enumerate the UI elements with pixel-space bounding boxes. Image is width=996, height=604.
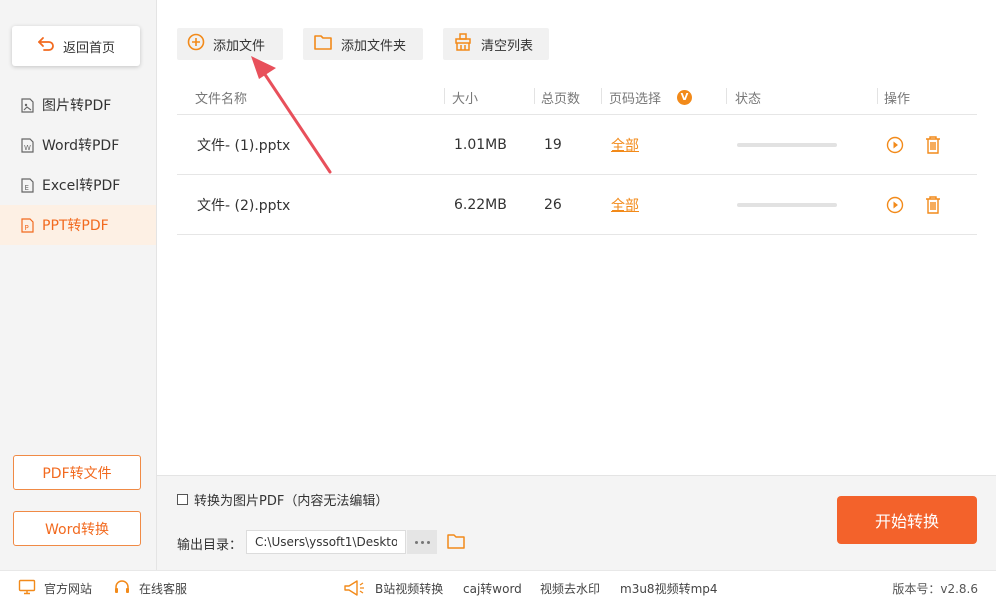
footer-link-caj-word[interactable]: caj转word — [463, 571, 522, 604]
browse-more-button[interactable] — [407, 530, 437, 554]
sidebar-item-label: Word转PDF — [42, 138, 120, 154]
folder-icon — [313, 33, 333, 55]
footer-link-bilibili[interactable]: B站视频转换 — [375, 571, 443, 604]
header-divider — [726, 88, 727, 104]
ppt-file-icon: P — [20, 217, 34, 233]
svg-text:W: W — [24, 144, 31, 152]
header-size: 大小 — [452, 91, 479, 107]
image-pdf-checkbox[interactable] — [177, 494, 188, 505]
footer-link-remove-watermark[interactable]: 视频去水印 — [540, 571, 600, 604]
back-arrow-icon — [37, 36, 55, 56]
image-file-icon — [20, 97, 34, 113]
header-divider — [444, 88, 445, 104]
page-select-link[interactable]: 全部 — [611, 135, 639, 155]
vip-badge-icon[interactable]: V — [677, 89, 693, 105]
table-row: 文件- (2).pptx 6.22MB 26 全部 — [177, 175, 977, 235]
add-folder-button[interactable]: 添加文件夹 — [303, 28, 423, 60]
file-name: 文件- (2).pptx — [197, 198, 291, 214]
file-size: 6.22MB — [454, 197, 507, 213]
add-file-button[interactable]: 添加文件 — [177, 28, 283, 60]
header-divider — [601, 88, 602, 104]
official-website-link[interactable]: 官方网站 — [18, 571, 92, 604]
sidebar-item-label: PPT转PDF — [42, 218, 109, 234]
file-pages: 26 — [544, 197, 562, 213]
play-icon[interactable] — [885, 195, 905, 215]
image-pdf-label: 转换为图片PDF（内容无法编辑） — [194, 494, 389, 509]
header-file-name: 文件名称 — [195, 91, 248, 107]
sidebar-item-word-to-pdf[interactable]: W Word转PDF — [0, 125, 156, 165]
header-page-select-cell: 页码选择 V — [609, 80, 693, 114]
sidebar-item-label: 图片转PDF — [42, 98, 112, 114]
online-service-label: 在线客服 — [139, 581, 188, 596]
word-file-icon: W — [20, 137, 34, 153]
output-path-input[interactable] — [246, 530, 406, 554]
trash-icon[interactable] — [923, 135, 943, 155]
page-select-link[interactable]: 全部 — [611, 195, 639, 215]
header-status: 状态 — [735, 91, 762, 107]
progress-bar — [737, 203, 837, 207]
progress-bar — [737, 143, 837, 147]
monitor-icon — [18, 579, 36, 598]
file-size: 1.01MB — [454, 137, 507, 153]
start-convert-button[interactable]: 开始转换 — [837, 496, 977, 544]
open-folder-button[interactable] — [446, 532, 466, 554]
excel-file-icon: E — [20, 177, 34, 193]
add-folder-label: 添加文件夹 — [341, 38, 407, 54]
pdf-to-file-button[interactable]: PDF转文件 — [13, 455, 141, 490]
file-name: 文件- (1).pptx — [197, 138, 291, 154]
svg-text:E: E — [24, 184, 28, 192]
clear-list-label: 清空列表 — [481, 38, 534, 54]
sidebar: 返回首页 图片转PDF W Word转PDF E Excel转PDF P PPT… — [0, 0, 157, 570]
official-website-label: 官方网站 — [44, 581, 93, 596]
image-pdf-option[interactable]: 转换为图片PDF（内容无法编辑） — [177, 490, 388, 509]
plus-circle-icon — [187, 33, 205, 55]
version-label: 版本号：v2.8.6 — [892, 581, 978, 596]
header-total-pages: 总页数 — [541, 91, 581, 107]
header-actions: 操作 — [884, 91, 911, 107]
header-page-select: 页码选择 — [609, 91, 662, 107]
footer-link-m3u8-mp4[interactable]: m3u8视频转mp4 — [620, 571, 718, 604]
megaphone-icon — [343, 571, 365, 604]
sidebar-item-excel-to-pdf[interactable]: E Excel转PDF — [0, 165, 156, 205]
header-divider — [877, 88, 878, 104]
word-convert-button[interactable]: Word转换 — [13, 511, 141, 546]
play-icon[interactable] — [885, 135, 905, 155]
header-divider — [534, 88, 535, 104]
back-home-label: 返回首页 — [62, 40, 115, 56]
headset-icon — [113, 579, 131, 598]
output-dir-label: 输出目录： — [177, 538, 243, 553]
svg-text:P: P — [24, 224, 28, 232]
sidebar-item-image-to-pdf[interactable]: 图片转PDF — [0, 85, 156, 125]
folder-icon — [446, 534, 466, 554]
sidebar-item-ppt-to-pdf[interactable]: P PPT转PDF — [0, 205, 156, 245]
clear-list-button[interactable]: 清空列表 — [443, 28, 549, 60]
add-file-label: 添加文件 — [213, 38, 266, 54]
online-service-link[interactable]: 在线客服 — [113, 571, 187, 604]
more-dots-icon — [414, 540, 418, 544]
trash-icon[interactable] — [923, 195, 943, 215]
broom-icon — [453, 33, 473, 55]
table-row: 文件- (1).pptx 1.01MB 19 全部 — [177, 115, 977, 175]
file-table-header: 文件名称 大小 总页数 页码选择 V 状态 操作 — [177, 80, 977, 115]
back-home-button[interactable]: 返回首页 — [12, 26, 140, 66]
footer: 官方网站 在线客服 B站视频转换 caj转word 视频去水印 m3u8视频转m… — [0, 570, 996, 604]
file-pages: 19 — [544, 137, 562, 153]
sidebar-item-label: Excel转PDF — [42, 178, 121, 194]
